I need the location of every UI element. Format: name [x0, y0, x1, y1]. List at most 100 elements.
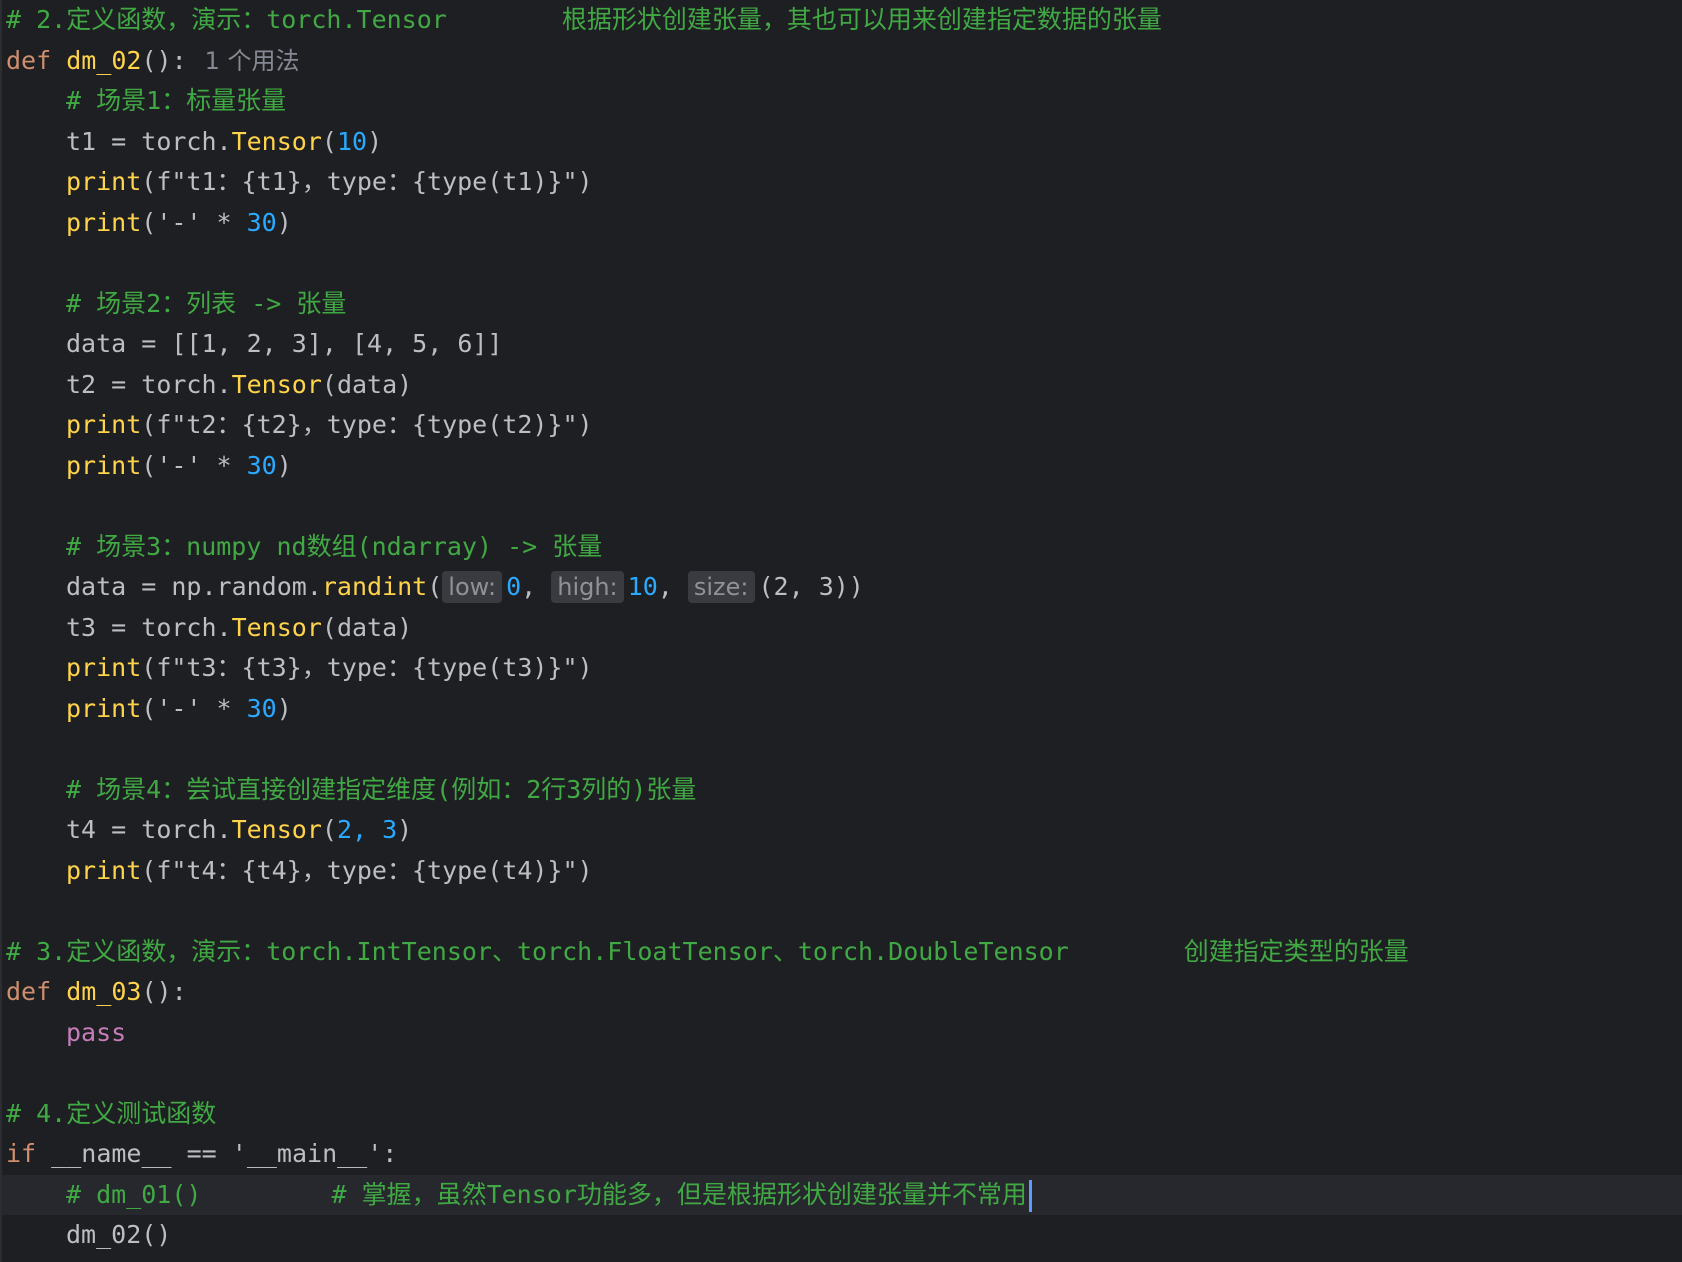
builtin-print: print [66, 410, 142, 439]
string: (f"t4： [141, 855, 242, 885]
fstring-expr: {t3} [241, 653, 302, 682]
parameter-hint: high: [551, 571, 624, 603]
fstring-expr: {t1} [241, 167, 302, 196]
comment: # 3.定义函数，演示：torch.IntTensor、torch.FloatT… [6, 936, 1069, 966]
fstring-expr: {t2} [241, 410, 302, 439]
code-line[interactable]: # 场景1：标量张量 [2, 81, 1682, 122]
paren: ( [427, 572, 443, 601]
code-line[interactable]: # 2.定义函数，演示：torch.Tensor 根据形状创建张量，其也可以用来创… [2, 0, 1682, 41]
code-editor[interactable]: # 2.定义函数，演示：torch.Tensor 根据形状创建张量，其也可以用来创… [0, 0, 1682, 1262]
string: ") [562, 167, 593, 196]
paren: ( [321, 815, 337, 844]
variable: t1 [66, 126, 97, 156]
keyword-def: def [6, 977, 52, 1006]
builtin-print: print [66, 693, 142, 723]
string: ，type： [301, 167, 412, 196]
code-line[interactable]: t3 = torch.Tensor(data) [2, 608, 1682, 649]
method-name: Tensor [231, 612, 322, 642]
variable: t2 [66, 369, 97, 399]
builtin-print: print [66, 653, 142, 682]
code-line[interactable]: print('-' * 30) [2, 446, 1682, 487]
comment: # 场景1：标量张量 [66, 86, 287, 115]
code-line[interactable]: print('-' * 30) [2, 203, 1682, 244]
code-line[interactable]: # 场景3：numpy nd数组(ndarray) -> 张量 [2, 527, 1682, 568]
number: 10 [627, 572, 658, 601]
empty-line[interactable] [2, 1053, 1682, 1094]
function-name[interactable]: dm_03 [66, 977, 141, 1006]
comment: # 2.定义函数，演示：torch.Tensor [6, 5, 447, 34]
code-line[interactable]: # 场景4：尝试直接创建指定维度(例如：2行3列的)张量 [2, 770, 1682, 811]
fstring-expr: {type(t1)} [411, 167, 563, 196]
code-line[interactable]: # 4.定义测试函数 [2, 1094, 1682, 1135]
fstring-expr: {type(t2)} [411, 410, 563, 439]
code-line[interactable]: print(f"t2：{t2}，type：{type(t2)}") [2, 405, 1682, 446]
code-line[interactable]: if __name__ == '__main__': [2, 1134, 1682, 1175]
parameter-hint: low: [442, 571, 503, 603]
code-text: = torch. [96, 612, 232, 642]
keyword-def: def [6, 45, 52, 75]
code-line[interactable]: print(f"t1：{t1}，type：{type(t1)}") [2, 162, 1682, 203]
keyword-pass: pass [66, 1017, 127, 1047]
comment: 创建指定类型的张量 [1183, 936, 1409, 966]
code-line[interactable]: pass [2, 1013, 1682, 1054]
code-line[interactable]: def dm_02(): 1 个用法 [2, 41, 1682, 82]
comment: 根据形状创建张量，其也可以用来创建指定数据的张量 [561, 5, 1162, 34]
comment: # 掌握，虽然Tensor功能多，但是根据形状创建张量并不常用 [331, 1179, 1027, 1209]
empty-line[interactable] [2, 243, 1682, 284]
code-text: = torch. [96, 126, 232, 156]
code-text: data = np.random. [66, 572, 322, 601]
code-text: ('-' * [141, 693, 247, 723]
code-text: (2, 3)) [758, 572, 864, 601]
code-line[interactable]: print(f"t4：{t4}，type：{type(t4)}") [2, 851, 1682, 892]
code-text: data = [[1, 2, 3], [4, 5, 6]] [66, 329, 503, 358]
string: ") [562, 653, 593, 682]
keyword-if: if [6, 1139, 37, 1168]
fstring-expr: {type(t3)} [411, 653, 563, 682]
builtin-print: print [66, 207, 142, 237]
paren: ( [321, 126, 337, 156]
method-name: Tensor [231, 126, 322, 156]
number: 2, 3 [336, 815, 398, 844]
number: 10 [336, 126, 368, 156]
current-line[interactable]: # dm_01() # 掌握，虽然Tensor功能多，但是根据形状创建张量并不常用 [2, 1174, 1682, 1215]
builtin-print: print [66, 855, 142, 885]
function-name[interactable]: dm_02 [66, 46, 141, 75]
code-line[interactable]: data = [[1, 2, 3], [4, 5, 6]] [2, 324, 1682, 365]
code-line[interactable]: # 场景2：列表 -> 张量 [2, 284, 1682, 325]
string: (f"t2： [141, 410, 242, 439]
code-text: (): [141, 45, 187, 75]
code-text: dm_02() [66, 1220, 172, 1249]
variable: t3 [66, 612, 97, 642]
code-text: = torch. [96, 815, 232, 844]
builtin-print: print [66, 167, 142, 196]
code-line[interactable]: dm_02() [2, 1215, 1682, 1256]
code-line[interactable]: def dm_03(): [2, 972, 1682, 1013]
empty-line[interactable] [2, 891, 1682, 932]
code-line[interactable]: print(f"t3：{t3}，type：{type(t3)}") [2, 648, 1682, 689]
string: (f"t3： [141, 653, 242, 682]
code-text: ) [276, 450, 292, 480]
code-line[interactable]: t4 = torch.Tensor(2, 3) [2, 810, 1682, 851]
string: ") [562, 410, 593, 439]
code-line[interactable]: data = np.random.randint(low: 0, high: 10,… [2, 567, 1682, 608]
string: ，type： [301, 855, 412, 885]
empty-line[interactable] [2, 729, 1682, 770]
method-name: Tensor [231, 815, 322, 844]
paren: ) [397, 815, 413, 844]
code-text: ('-' * [141, 450, 247, 480]
comment: # 4.定义测试函数 [6, 1098, 217, 1128]
code-line[interactable]: t1 = torch.Tensor(10) [2, 122, 1682, 163]
code-line[interactable]: print('-' * 30) [2, 689, 1682, 730]
code-line[interactable]: t2 = torch.Tensor(data) [2, 365, 1682, 406]
code-text: ) [276, 693, 292, 723]
empty-line[interactable] [2, 486, 1682, 527]
code-text: (data) [321, 612, 413, 642]
usages-hint[interactable]: 1 个用法 [205, 47, 300, 75]
code-text: = torch. [96, 369, 232, 399]
code-text: (data) [321, 369, 413, 399]
method-name: Tensor [231, 369, 322, 399]
code-line[interactable]: # 3.定义函数，演示：torch.IntTensor、torch.FloatT… [2, 932, 1682, 973]
string: ") [562, 855, 593, 885]
parameter-hint: size: [687, 571, 755, 603]
paren: ) [367, 126, 383, 156]
